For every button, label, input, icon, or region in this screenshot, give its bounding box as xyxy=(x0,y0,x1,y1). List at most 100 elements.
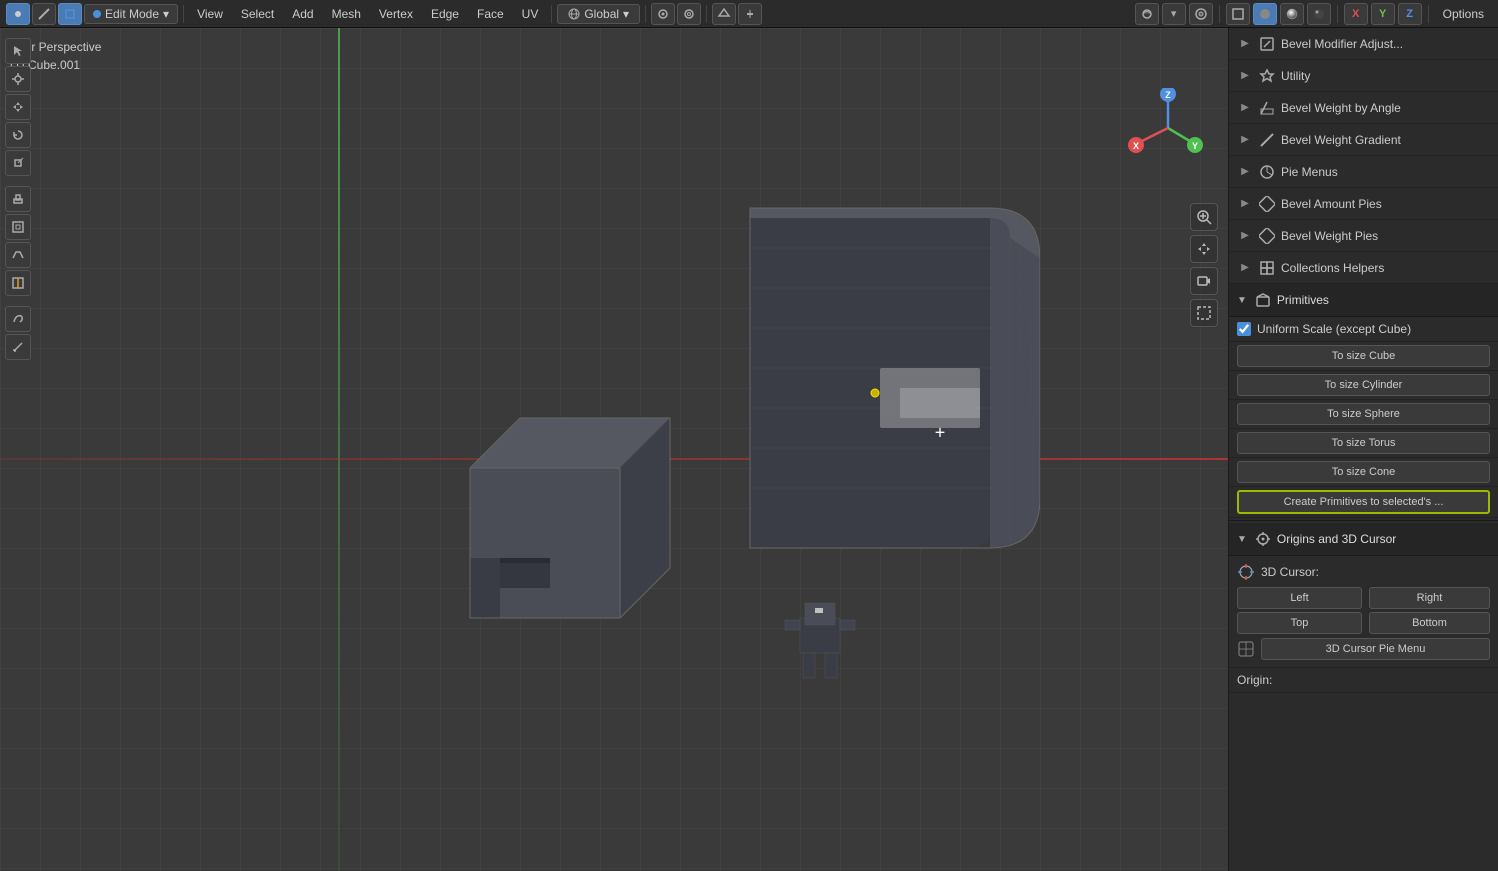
left-tools xyxy=(5,38,31,360)
expand-bevel-weight-gradient[interactable]: ▶ xyxy=(1237,132,1253,148)
select-tool[interactable] xyxy=(5,38,31,64)
menu-edge[interactable]: Edge xyxy=(423,5,467,23)
utility-label: Utility xyxy=(1281,69,1490,83)
expand-collections-helpers[interactable]: ▶ xyxy=(1237,260,1253,276)
panel-item-bevel-amount-pies[interactable]: ▶ Bevel Amount Pies xyxy=(1229,188,1498,220)
toolbar-right: ▾ X Y Z Options xyxy=(1135,3,1492,25)
cursor-pie-row: 3D Cursor Pie Menu xyxy=(1237,634,1490,663)
shading-wire[interactable] xyxy=(1226,3,1250,25)
mode-label: Edit Mode xyxy=(105,7,159,21)
zoom-icon[interactable] xyxy=(1190,203,1218,231)
cursor-bottom-btn[interactable]: Bottom xyxy=(1369,612,1490,634)
measure-tool[interactable] xyxy=(5,334,31,360)
svg-text:Z: Z xyxy=(1165,90,1171,100)
gizmo-y[interactable]: Y xyxy=(1371,3,1395,25)
cursor-3d-icon xyxy=(1237,563,1255,581)
shading-material[interactable] xyxy=(1280,3,1304,25)
snap-icon[interactable] xyxy=(712,3,736,25)
to-size-cube-row: To size Cube xyxy=(1229,342,1498,371)
expand-utility[interactable]: ▶ xyxy=(1237,68,1253,84)
origins-label: Origins and 3D Cursor xyxy=(1277,532,1396,546)
menu-select[interactable]: Select xyxy=(233,5,282,23)
cursor-pie-menu-btn[interactable]: 3D Cursor Pie Menu xyxy=(1261,638,1490,660)
cursor-3d-label: 3D Cursor: xyxy=(1261,565,1319,579)
cursor-right-btn[interactable]: Right xyxy=(1369,587,1490,609)
render-region-icon[interactable] xyxy=(1190,299,1218,327)
annotate-tool[interactable] xyxy=(5,306,31,332)
panel-item-bevel-weight-pies[interactable]: ▶ Bevel Weight Pies xyxy=(1229,220,1498,252)
mode-icon-1[interactable] xyxy=(6,3,30,25)
expand-bevel-weight-angle[interactable]: ▶ xyxy=(1237,100,1253,116)
cursor-tool[interactable] xyxy=(5,66,31,92)
to-size-cone-btn[interactable]: To size Cone xyxy=(1237,461,1490,483)
mode-icon-3[interactable] xyxy=(58,3,82,25)
menu-vertex[interactable]: Vertex xyxy=(371,5,421,23)
gizmo-z[interactable]: Z xyxy=(1398,3,1422,25)
cursor-left-btn[interactable]: Left xyxy=(1237,587,1362,609)
origins-section-header[interactable]: ▼ Origins and 3D Cursor xyxy=(1229,523,1498,556)
svg-text:Y: Y xyxy=(1192,141,1198,151)
menu-face[interactable]: Face xyxy=(469,5,512,23)
sep-3 xyxy=(645,5,646,23)
global-icon xyxy=(568,8,580,20)
shading-solid[interactable] xyxy=(1253,3,1277,25)
to-size-cube-btn[interactable]: To size Cube xyxy=(1237,345,1490,367)
scale-tool[interactable] xyxy=(5,150,31,176)
rotate-tool[interactable] xyxy=(5,122,31,148)
panel-item-bevel-weight-angle[interactable]: ▶ Bevel Weight by Angle xyxy=(1229,92,1498,124)
loop-cut-tool[interactable] xyxy=(5,270,31,296)
cursor-top-btn[interactable]: Top xyxy=(1237,612,1362,634)
inset-tool[interactable] xyxy=(5,214,31,240)
pivot-icon[interactable] xyxy=(651,3,675,25)
primitives-label: Primitives xyxy=(1277,293,1329,307)
primitives-icon xyxy=(1253,290,1273,310)
create-primitives-btn[interactable]: Create Primitives to selected's ... xyxy=(1237,490,1490,514)
panel-item-collections-helpers[interactable]: ▶ Collections Helpers xyxy=(1229,252,1498,284)
bevel-tool[interactable] xyxy=(5,242,31,268)
xray-icon[interactable] xyxy=(1189,3,1213,25)
options-label[interactable]: Options xyxy=(1435,5,1492,23)
y-axis-line xyxy=(338,28,340,871)
utility-icon xyxy=(1257,66,1277,86)
pie-menus-label: Pie Menus xyxy=(1281,165,1490,179)
menu-add[interactable]: Add xyxy=(284,5,321,23)
bevel-modifier-icon xyxy=(1257,34,1277,54)
menu-view[interactable]: View xyxy=(189,5,231,23)
uniform-scale-label[interactable]: Uniform Scale (except Cube) xyxy=(1257,322,1411,336)
expand-bevel-modifier[interactable]: ▶ xyxy=(1237,36,1253,52)
gizmo-x[interactable]: X xyxy=(1344,3,1368,25)
panel-item-pie-menus[interactable]: ▶ Pie Menus xyxy=(1229,156,1498,188)
expand-bevel-weight-pies[interactable]: ▶ xyxy=(1237,228,1253,244)
to-size-torus-btn[interactable]: To size Torus xyxy=(1237,432,1490,454)
cursor-pie-icon xyxy=(1237,640,1255,658)
primitives-content: Uniform Scale (except Cube) To size Cube… xyxy=(1229,317,1498,518)
snap-type-icon[interactable] xyxy=(738,3,762,25)
proportional-icon[interactable] xyxy=(677,3,701,25)
panel-item-utility[interactable]: ▶ Utility xyxy=(1229,60,1498,92)
shading-rendered[interactable] xyxy=(1307,3,1331,25)
pan-icon[interactable] xyxy=(1190,235,1218,263)
uniform-scale-checkbox[interactable] xyxy=(1237,322,1251,336)
expand-bevel-amount-pies[interactable]: ▶ xyxy=(1237,196,1253,212)
panel-item-bevel-weight-gradient[interactable]: ▶ Bevel Weight Gradient xyxy=(1229,124,1498,156)
small-notched-cube xyxy=(440,408,680,648)
mode-icon-2[interactable] xyxy=(32,3,56,25)
viewport[interactable]: User Perspective (1) Cube.001 xyxy=(0,28,1228,871)
primitives-section-header[interactable]: ▼ Primitives xyxy=(1229,284,1498,317)
mode-selector[interactable]: Edit Mode ▾ xyxy=(84,4,178,24)
orientation-gizmo[interactable]: Z Y X xyxy=(1128,88,1208,168)
origin-row: Origin: xyxy=(1229,668,1498,693)
to-size-cylinder-btn[interactable]: To size Cylinder xyxy=(1237,374,1490,396)
to-size-sphere-btn[interactable]: To size Sphere xyxy=(1237,403,1490,425)
menu-mesh[interactable]: Mesh xyxy=(324,5,369,23)
move-tool[interactable] xyxy=(5,94,31,120)
uniform-scale-row[interactable]: Uniform Scale (except Cube) xyxy=(1229,317,1498,342)
overlay-dropdown[interactable]: ▾ xyxy=(1162,3,1186,25)
camera-view-icon[interactable] xyxy=(1190,267,1218,295)
panel-item-bevel-modifier[interactable]: ▶ Bevel Modifier Adjust... xyxy=(1229,28,1498,60)
expand-pie-menus[interactable]: ▶ xyxy=(1237,164,1253,180)
global-selector[interactable]: Global ▾ xyxy=(557,4,640,24)
menu-uv[interactable]: UV xyxy=(514,5,547,23)
overlay-icon[interactable] xyxy=(1135,3,1159,25)
extrude-tool[interactable] xyxy=(5,186,31,212)
